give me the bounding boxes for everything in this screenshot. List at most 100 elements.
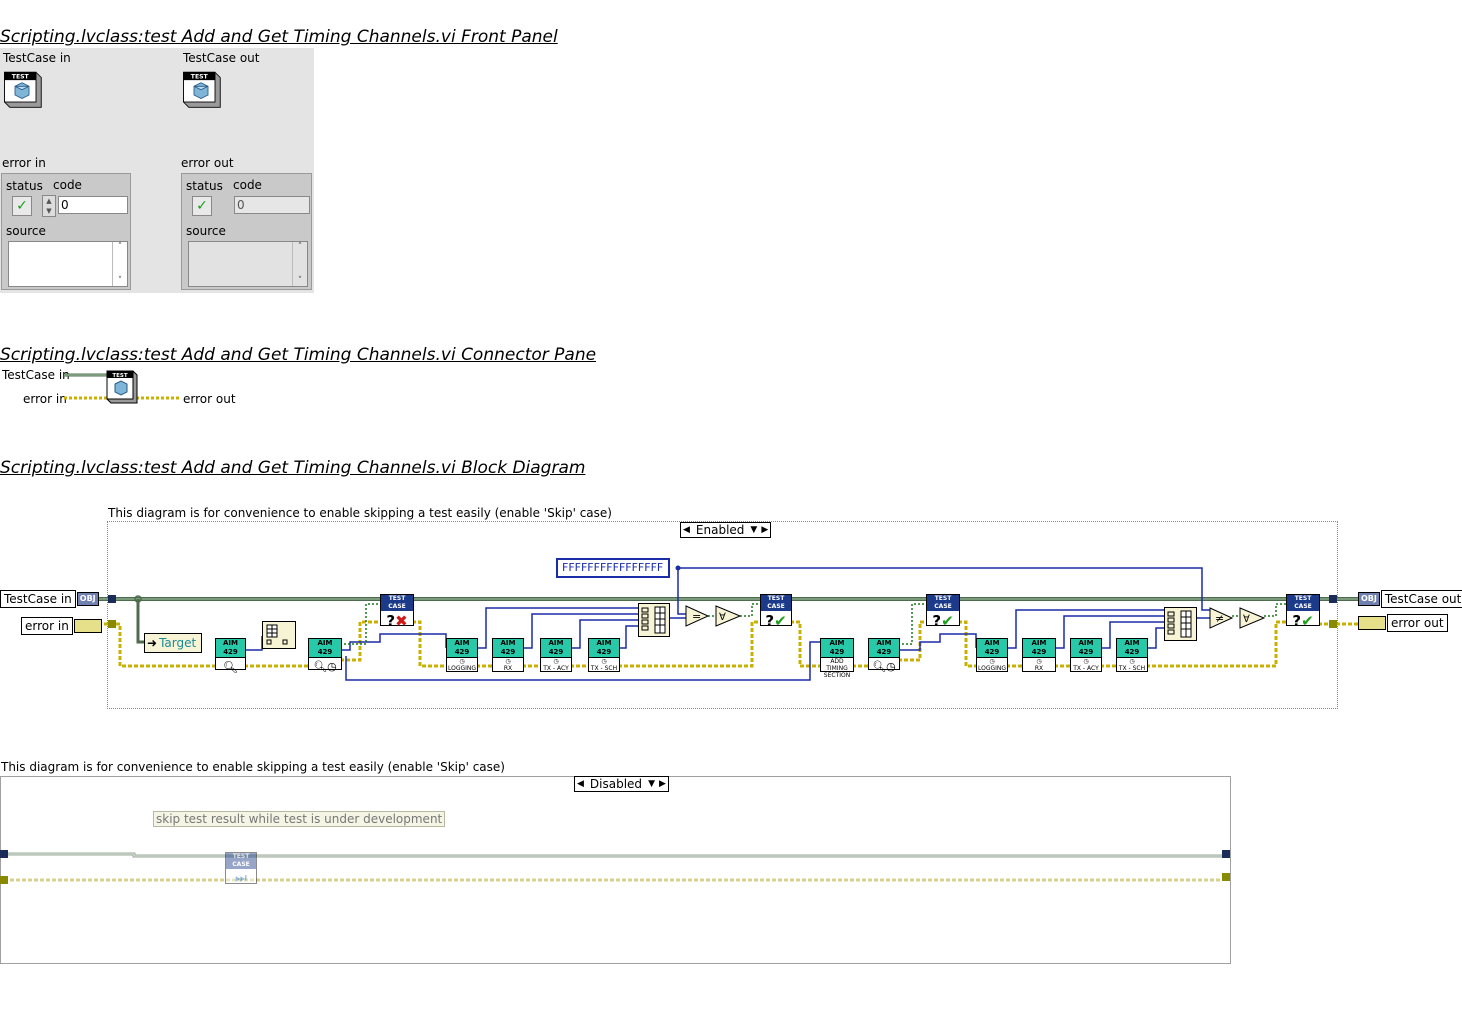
increment-decrement-icon[interactable]: ▲ ▼ (42, 195, 56, 217)
x-icon: ✖ (395, 612, 408, 630)
testcase-in-control[interactable]: TEST (1, 66, 43, 113)
error-cluster-terminal-icon (1358, 616, 1386, 630)
clock-icon: ◷ (989, 658, 995, 665)
disabled-structure-comment: This diagram is for convenience to enabl… (1, 760, 505, 774)
test-pass-node-3[interactable]: TEST CASE ?✔ (1286, 594, 1320, 630)
svg-text:∀: ∀ (719, 612, 726, 623)
aim-rx-node-2[interactable]: AIM 429 ◷ RX (1022, 638, 1056, 672)
error-in-code-field[interactable]: 0 (58, 196, 128, 214)
error-in-source-field[interactable]: ˄ ˅ (8, 241, 128, 287)
clock-icon: ◷ (601, 658, 607, 665)
aim-tx-sch-node[interactable]: AIM 429 ◷ TX - SCH (588, 638, 620, 672)
svg-text:TEST: TEST (12, 73, 30, 80)
error-out-status-indicator: ✓ (192, 196, 212, 216)
testcase-in-label: TestCase in (3, 51, 71, 65)
search-icon: 🔍︎ (222, 660, 239, 674)
aim-header: AIM 429 (541, 639, 571, 658)
skip-test-node[interactable]: TEST CASE ⏭ (225, 852, 257, 886)
terminal-label: error out (1387, 614, 1448, 632)
scrollbar[interactable]: ˄ ˅ (292, 242, 307, 286)
check-icon: ✔ (1301, 612, 1314, 630)
error-in-code-label: code (53, 178, 82, 192)
clock-icon: ◷ (1083, 658, 1089, 665)
skip-icon: ⏭ (235, 871, 247, 886)
aim-find-node[interactable]: AIM 429 🔍︎ (215, 638, 246, 674)
svg-text:∀: ∀ (1243, 614, 1250, 625)
compare-nodes[interactable]: = ∀ (684, 604, 744, 630)
terminal-label: TestCase out (1380, 590, 1462, 608)
aim-header: AIM 429 (447, 639, 477, 658)
testcase-out-terminal[interactable]: OBJ TestCase out (1358, 590, 1462, 608)
error-in-status-checkbox[interactable]: ✓ (12, 196, 32, 216)
build-array-icon[interactable] (262, 621, 296, 649)
disabled-diagram-wires (0, 850, 1230, 884)
increment-arrow-icon[interactable]: ▶ (657, 777, 668, 791)
aim-header: AIM 429 (1023, 639, 1055, 658)
test-case-header: TEST CASE (927, 595, 959, 611)
aim-get-node-2[interactable]: AIM 429 🔍︎◷ (868, 638, 900, 673)
check-icon: ✔ (774, 612, 787, 630)
svg-text:≠: ≠ (1215, 612, 1224, 625)
aim-logging-node-2[interactable]: AIM 429 ◷ LOGGING (976, 638, 1008, 672)
clock-icon: ◷ (1129, 658, 1135, 665)
connector-pane-title: Scripting.lvclass:test Add and Get Timin… (0, 345, 597, 365)
aim-tx-sch-node-2[interactable]: AIM 429 ◷ TX - SCH (1116, 638, 1148, 672)
aim-tx-acy-node-2[interactable]: AIM 429 ◷ TX - ACY (1070, 638, 1102, 672)
error-in-source-label: source (6, 224, 46, 238)
scrollbar[interactable]: ˄ ˅ (112, 242, 127, 286)
test-pass-node-2[interactable]: TEST CASE ?✔ (926, 594, 960, 630)
clock-icon: ◷ (1036, 658, 1042, 665)
decrement-arrow-icon[interactable]: ◀ (575, 777, 586, 791)
node-label: TX - ACY (1073, 665, 1099, 672)
test-case-header: TEST CASE (381, 595, 413, 611)
dropdown-arrow-icon[interactable]: ▼ (748, 523, 759, 537)
increment-arrow-icon[interactable]: ▶ (759, 523, 770, 537)
testcase-in-terminal[interactable]: TestCase in OBJ (0, 590, 99, 608)
error-in-status-label: status (6, 179, 43, 193)
hex-constant[interactable]: FFFFFFFFFFFFFFFF (556, 558, 670, 578)
connector-error-out-label: error out (183, 392, 236, 406)
aim-logging-node[interactable]: AIM 429 ◷ LOGGING (446, 638, 478, 672)
node-label: LOGGING (977, 665, 1007, 672)
svg-text:=: = (692, 610, 701, 623)
error-out-terminal[interactable]: error out (1358, 614, 1448, 632)
build-array-icon[interactable] (638, 603, 670, 637)
decrement-arrow-icon[interactable]: ◀ (681, 523, 692, 537)
error-out-source-label: source (186, 224, 226, 238)
node-label: TX - SCH (590, 665, 618, 672)
case-selector-disabled[interactable]: ◀ Disabled ▼ ▶ (574, 776, 669, 792)
build-array-icon[interactable] (1164, 607, 1197, 641)
block-diagram-title: Scripting.lvclass:test Add and Get Timin… (0, 458, 586, 478)
case-name: Disabled (589, 777, 643, 791)
connector-pane-graphic: TEST (64, 370, 180, 404)
aim-add-timing-node[interactable]: AIM 429 ADD TIMING SECTION (820, 638, 854, 679)
node-label: RX (503, 665, 513, 672)
svg-text:TEST: TEST (191, 73, 209, 80)
case-selector-enabled[interactable]: ◀ Enabled ▼ ▶ (680, 522, 772, 538)
compare-nodes-2[interactable]: ≠ ∀ (1208, 606, 1268, 632)
aim-header: AIM 429 (493, 639, 523, 658)
aim-header: AIM 429 (216, 639, 245, 658)
error-out-status-label: status (186, 179, 223, 193)
target-property-node[interactable]: ➜ Target (144, 633, 202, 653)
node-label: TX - SCH (1118, 665, 1146, 672)
aim-header: AIM 429 (309, 639, 341, 658)
enabled-structure-comment: This diagram is for convenience to enabl… (108, 506, 612, 520)
dropdown-arrow-icon[interactable]: ▼ (646, 777, 657, 791)
error-out-code-label: code (233, 178, 262, 192)
aim-get-node[interactable]: AIM 429 🔍︎◷ (308, 638, 342, 673)
test-case-header: TEST CASE (761, 595, 791, 611)
node-label: RX (1034, 665, 1044, 672)
aim-header: AIM 429 (1071, 639, 1101, 658)
test-pass-node[interactable]: TEST CASE ?✔ (760, 594, 792, 630)
test-fail-node[interactable]: TEST CASE ?✖ (380, 594, 414, 630)
test-case-header: TEST CASE (1287, 595, 1319, 611)
aim-rx-node[interactable]: AIM 429 ◷ RX (492, 638, 524, 672)
aim-header: AIM 429 (821, 639, 853, 658)
error-in-terminal[interactable]: error in (21, 617, 102, 635)
node-label: LOGGING (447, 665, 477, 672)
terminal-label: TestCase in (0, 590, 76, 608)
skip-test-comment: skip test result while test is under dev… (153, 811, 446, 827)
aim-tx-acy-node[interactable]: AIM 429 ◷ TX - ACY (540, 638, 572, 672)
svg-text:TEST: TEST (112, 373, 127, 379)
